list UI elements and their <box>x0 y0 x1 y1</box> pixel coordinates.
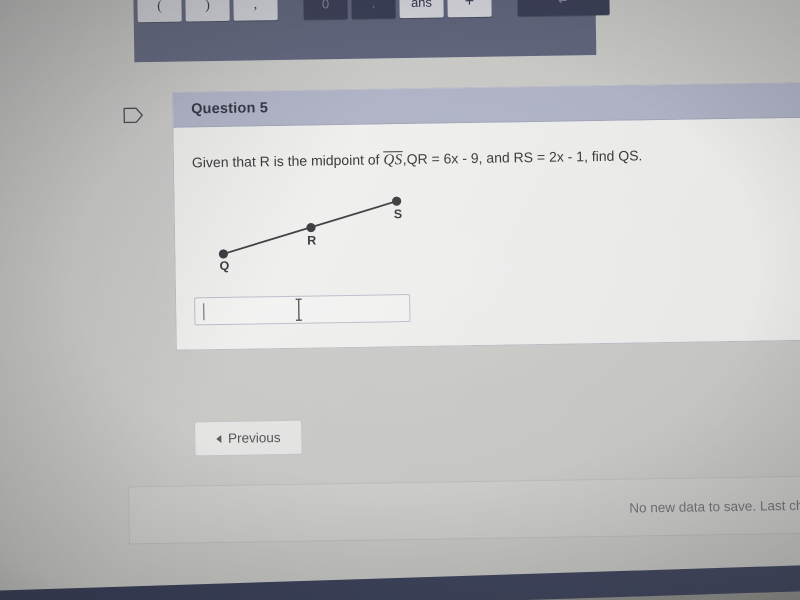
question-card: Question 5 Given that R is the midpoint … <box>123 81 800 351</box>
prompt-part-1: Given that R is the midpoint of <box>191 151 384 171</box>
status-bar: No new data to save. Last checked <box>128 475 800 545</box>
status-message: No new data to save. Last checked <box>629 496 800 516</box>
calc-spacer <box>281 0 299 20</box>
chevron-left-icon <box>215 434 222 443</box>
point-s-dot <box>392 196 402 206</box>
taskbar <box>0 564 800 600</box>
question-body: Given that R is the midpoint of QS,QR = … <box>173 117 800 350</box>
screen-surface: sin cos tan 1 2 3 − ⌫ ( ) , 0 . ans + <box>0 0 800 600</box>
prompt-part-2: ,QR = 6x - 9, and RS = 2x - 1, find QS. <box>402 147 643 168</box>
calc-key-enter[interactable]: ↵ <box>517 0 610 17</box>
monitor-photo: sin cos tan 1 2 3 − ⌫ ( ) , 0 . ans + <box>0 0 800 600</box>
calc-key-ans[interactable]: ans <box>399 0 444 19</box>
question-prompt: Given that R is the midpoint of QS,QR = … <box>192 144 800 175</box>
point-q-label: Q <box>219 259 229 273</box>
point-q-dot <box>218 249 229 259</box>
previous-button[interactable]: Previous <box>194 419 303 457</box>
flag-icon[interactable] <box>123 107 144 124</box>
previous-button-label: Previous <box>227 430 281 446</box>
question-title: Question 5 <box>191 100 269 118</box>
point-s-label: S <box>394 207 403 221</box>
segment-qs-notation: QS <box>383 152 403 169</box>
calc-key-plus[interactable]: + <box>447 0 492 18</box>
calculator-row-2: ( ) , 0 . ans + ↵ <box>137 0 610 23</box>
segment-diagram: Q R S <box>218 196 403 273</box>
calc-key-open-paren[interactable]: ( <box>137 0 182 23</box>
calc-key-close-paren[interactable]: ) <box>185 0 230 22</box>
text-caret <box>203 303 205 321</box>
calc-key-comma[interactable]: , <box>233 0 278 21</box>
ibeam-cursor-icon <box>295 298 302 321</box>
calc-key-0[interactable]: 0 <box>303 0 348 20</box>
calc-key-decimal[interactable]: . <box>351 0 396 19</box>
point-r-dot <box>306 222 316 233</box>
point-r-label: R <box>307 233 316 247</box>
answer-row <box>194 288 800 326</box>
calc-spacer <box>495 0 513 17</box>
calculator-keypad[interactable]: sin cos tan 1 2 3 − ⌫ ( ) , 0 . ans + <box>132 0 610 63</box>
